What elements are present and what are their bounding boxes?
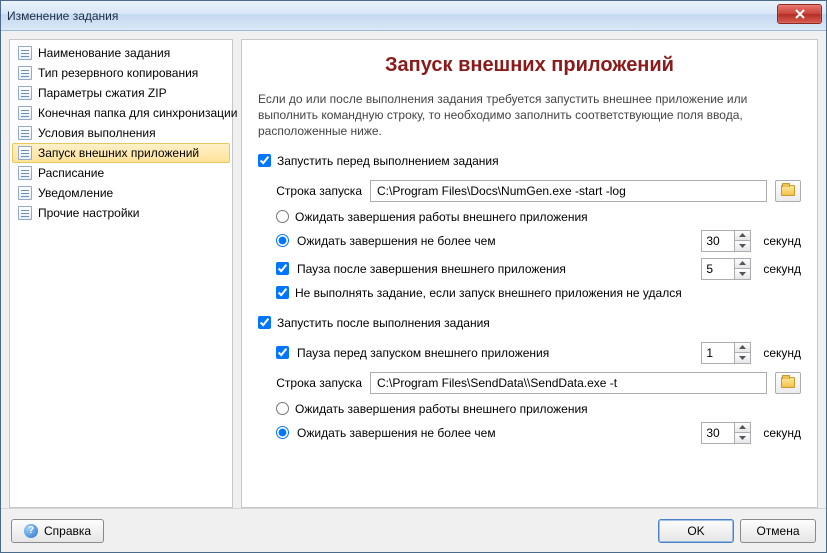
before-wait-seconds-spinner[interactable] [701, 230, 751, 252]
before-pause-seconds-input[interactable] [702, 259, 734, 279]
close-icon [795, 9, 805, 19]
sidebar-item-zip[interactable]: Параметры сжатия ZIP [12, 83, 230, 103]
sidebar-item-notification[interactable]: Уведомление [12, 183, 230, 203]
after-wait-seconds-spinner[interactable] [701, 422, 751, 444]
run-after-label: Запустить после выполнения задания [277, 316, 490, 330]
before-wait-seconds-input[interactable] [702, 231, 734, 251]
before-abort-label: Не выполнять задание, если запуск внешне… [295, 286, 682, 300]
page-icon [18, 206, 32, 220]
spin-up-button[interactable] [734, 343, 750, 354]
after-wait-nomore-radio[interactable] [276, 426, 289, 439]
sidebar-item-conditions[interactable]: Условия выполнения [12, 123, 230, 143]
sidebar-item-dest-folder[interactable]: Конечная папка для синхронизации [12, 103, 230, 123]
sidebar-item-label: Прочие настройки [38, 206, 139, 220]
before-wait-nomore-label: Ожидать завершения не более чем [297, 234, 693, 248]
run-before-checkbox[interactable] [258, 154, 271, 167]
before-wait-finish-radio[interactable] [276, 210, 289, 223]
before-wait-finish-label: Ожидать завершения работы внешнего прило… [295, 210, 588, 224]
after-pause-seconds-spinner[interactable] [701, 342, 751, 364]
page-icon [18, 186, 32, 200]
after-pause-before-checkbox[interactable] [276, 346, 289, 359]
sidebar-item-label: Наименование задания [38, 46, 170, 60]
before-cmd-input[interactable] [370, 180, 767, 202]
help-button-label: Справка [44, 524, 91, 538]
before-abort-checkbox[interactable] [276, 286, 289, 299]
page-icon [18, 166, 32, 180]
after-group: Пауза перед запуском внешнего приложения… [258, 338, 801, 460]
sidebar-item-external-apps[interactable]: Запуск внешних приложений [12, 143, 230, 163]
page-icon [18, 146, 32, 160]
main-panel: Запуск внешних приложений Если до или по… [241, 39, 818, 508]
before-browse-button[interactable] [775, 180, 801, 202]
cancel-button[interactable]: Отмена [740, 519, 816, 543]
sidebar-item-name[interactable]: Наименование задания [12, 43, 230, 63]
before-pause-seconds-spinner[interactable] [701, 258, 751, 280]
after-wait-finish-radio[interactable] [276, 402, 289, 415]
folder-icon [781, 185, 795, 196]
sidebar-item-backup-type[interactable]: Тип резервного копирования [12, 63, 230, 83]
run-before-label: Запустить перед выполнением задания [277, 154, 499, 168]
before-group: Строка запуска Ожидать завершения работы… [258, 176, 801, 316]
sidebar: Наименование задания Тип резервного копи… [9, 39, 233, 508]
sidebar-item-label: Тип резервного копирования [38, 66, 198, 80]
sidebar-item-label: Расписание [38, 166, 104, 180]
sidebar-item-label: Уведомление [38, 186, 113, 200]
spin-up-button[interactable] [734, 423, 750, 434]
before-wait-nomore-radio[interactable] [276, 234, 289, 247]
ok-button[interactable]: OK [658, 519, 734, 543]
sidebar-item-label: Условия выполнения [38, 126, 156, 140]
dialog-footer: ? Справка OK Отмена [1, 508, 826, 552]
spin-down-button[interactable] [734, 433, 750, 443]
before-pause-after-label: Пауза после завершения внешнего приложен… [297, 262, 693, 276]
help-button[interactable]: ? Справка [11, 519, 104, 543]
page-title: Запуск внешних приложений [258, 54, 801, 77]
sidebar-item-schedule[interactable]: Расписание [12, 163, 230, 183]
page-icon [18, 46, 32, 60]
spin-down-button[interactable] [734, 353, 750, 363]
page-icon [18, 126, 32, 140]
spin-up-button[interactable] [734, 231, 750, 242]
sidebar-item-other[interactable]: Прочие настройки [12, 203, 230, 223]
spin-up-button[interactable] [734, 259, 750, 270]
sidebar-item-label: Параметры сжатия ZIP [38, 86, 167, 100]
after-cmd-input[interactable] [370, 372, 767, 394]
dialog-body: Наименование задания Тип резервного копи… [1, 31, 826, 508]
before-pause-after-checkbox[interactable] [276, 262, 289, 275]
after-cmd-label: Строка запуска [276, 376, 362, 390]
seconds-label: секунд [763, 346, 801, 360]
spin-down-button[interactable] [734, 269, 750, 279]
sidebar-item-label: Конечная папка для синхронизации [38, 106, 237, 120]
help-icon: ? [24, 524, 38, 538]
after-browse-button[interactable] [775, 372, 801, 394]
titlebar[interactable]: Изменение задания [1, 1, 826, 31]
page-icon [18, 106, 32, 120]
after-wait-seconds-input[interactable] [702, 423, 734, 443]
close-button[interactable] [777, 4, 822, 24]
intro-text: Если до или после выполнения задания тре… [258, 91, 801, 140]
page-icon [18, 66, 32, 80]
after-pause-seconds-input[interactable] [702, 343, 734, 363]
seconds-label: секунд [763, 234, 801, 248]
seconds-label: секунд [763, 426, 801, 440]
folder-icon [781, 377, 795, 388]
after-pause-before-label: Пауза перед запуском внешнего приложения [297, 346, 693, 360]
seconds-label: секунд [763, 262, 801, 276]
after-wait-nomore-label: Ожидать завершения не более чем [297, 426, 693, 440]
after-wait-finish-label: Ожидать завершения работы внешнего прило… [295, 402, 588, 416]
dialog-window: Изменение задания Наименование задания Т… [0, 0, 827, 553]
window-title: Изменение задания [7, 9, 118, 23]
page-icon [18, 86, 32, 100]
sidebar-item-label: Запуск внешних приложений [38, 146, 199, 160]
run-after-checkbox[interactable] [258, 316, 271, 329]
spin-down-button[interactable] [734, 241, 750, 251]
before-cmd-label: Строка запуска [276, 184, 362, 198]
